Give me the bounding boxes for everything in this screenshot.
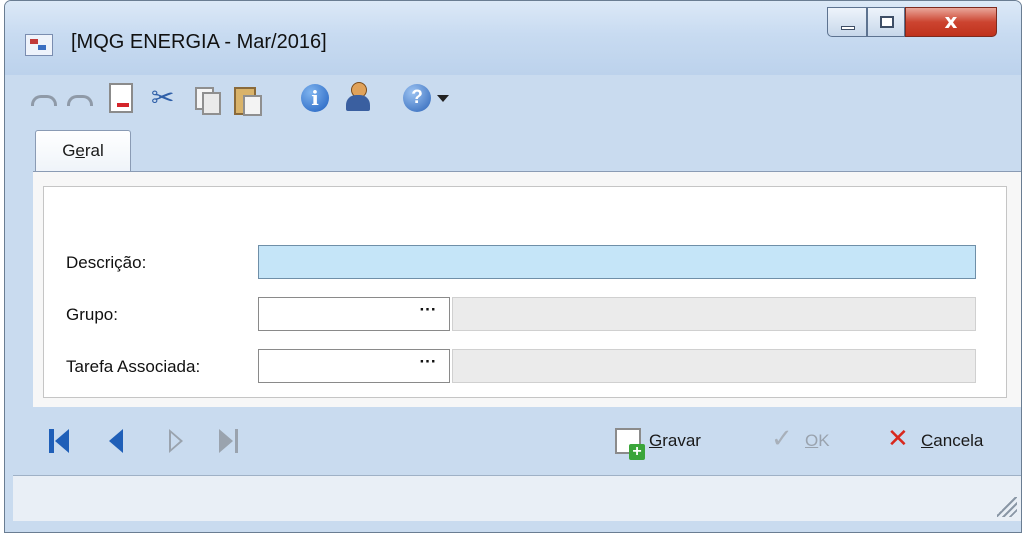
tab-panel-geral: Descrição: Grupo: ··· Tarefa Associada: …: [33, 171, 1021, 407]
tab-geral-label-post: ral: [84, 141, 104, 160]
close-icon: x: [944, 9, 958, 33]
cancela-rest: ancela: [933, 431, 984, 450]
descricao-label: Descrição:: [66, 253, 147, 272]
ok-rest: K: [818, 431, 830, 450]
save-icon: [615, 428, 645, 460]
tab-geral-label-accel: e: [75, 141, 85, 160]
maximize-button[interactable]: [867, 7, 905, 37]
app-icon[interactable]: [25, 34, 53, 56]
cancela-accel: C: [921, 431, 934, 450]
tarefa-label: Tarefa Associada:: [66, 357, 201, 376]
status-bar: [13, 475, 1021, 521]
tab-geral-label-pre: G: [62, 141, 76, 160]
tarefa-code-input[interactable]: ···: [258, 349, 450, 383]
redo-icon[interactable]: [65, 85, 93, 111]
first-record-icon[interactable]: [49, 429, 71, 453]
ok-label: OK: [805, 431, 830, 451]
undo-icon[interactable]: [29, 85, 57, 111]
copy-icon[interactable]: [193, 85, 221, 115]
cancela-button[interactable]: Cancela: [887, 424, 983, 455]
cancel-icon: [887, 424, 913, 454]
grupo-label: Grupo:: [66, 305, 118, 324]
gravar-rest: ravar: [662, 431, 701, 450]
tab-geral[interactable]: Geral: [35, 130, 131, 174]
grupo-name-field: [452, 297, 976, 331]
resize-grip-icon[interactable]: [997, 497, 1017, 517]
checkmark-icon: [771, 424, 797, 454]
ok-button[interactable]: OK: [771, 424, 830, 455]
title-bar[interactable]: [MQG ENERGIA - Mar/2016] x: [5, 1, 1021, 75]
cut-icon[interactable]: [151, 81, 177, 114]
gravar-accel: G: [649, 431, 663, 450]
last-record-icon[interactable]: [219, 429, 241, 453]
next-record-icon[interactable]: [169, 429, 191, 453]
gravar-label: Gravar: [649, 431, 701, 451]
window-title: [MQG ENERGIA - Mar/2016]: [71, 31, 327, 53]
help-icon[interactable]: ?: [403, 84, 431, 112]
info-icon[interactable]: i: [301, 84, 329, 112]
close-button[interactable]: x: [905, 7, 997, 37]
tarefa-name-field: [452, 349, 976, 383]
tab-strip: Geral: [13, 126, 1021, 174]
record-navigation-bar: Gravar OK Cancela: [13, 413, 1021, 465]
descricao-input[interactable]: [258, 245, 976, 279]
toolbar: i ?: [13, 75, 1021, 121]
app-window: [MQG ENERGIA - Mar/2016] x i ? Geral Des…: [4, 0, 1022, 533]
gravar-button[interactable]: Gravar: [615, 427, 701, 460]
grupo-lookup-button[interactable]: ···: [409, 300, 447, 328]
help-dropdown-arrow-icon[interactable]: [437, 95, 449, 102]
cancela-label: Cancela: [921, 431, 983, 451]
maximize-icon: [880, 16, 894, 28]
grupo-code-input[interactable]: ···: [258, 297, 450, 331]
paste-icon[interactable]: [233, 85, 262, 116]
new-document-icon[interactable]: [109, 83, 133, 113]
minimize-button[interactable]: [827, 7, 867, 37]
tarefa-lookup-button[interactable]: ···: [409, 352, 447, 380]
user-icon[interactable]: [343, 81, 373, 113]
previous-record-icon[interactable]: [109, 429, 131, 453]
ok-accel: O: [805, 431, 819, 450]
form-group-box: Descrição: Grupo: ··· Tarefa Associada: …: [43, 186, 1007, 398]
minimize-icon: [841, 26, 855, 30]
